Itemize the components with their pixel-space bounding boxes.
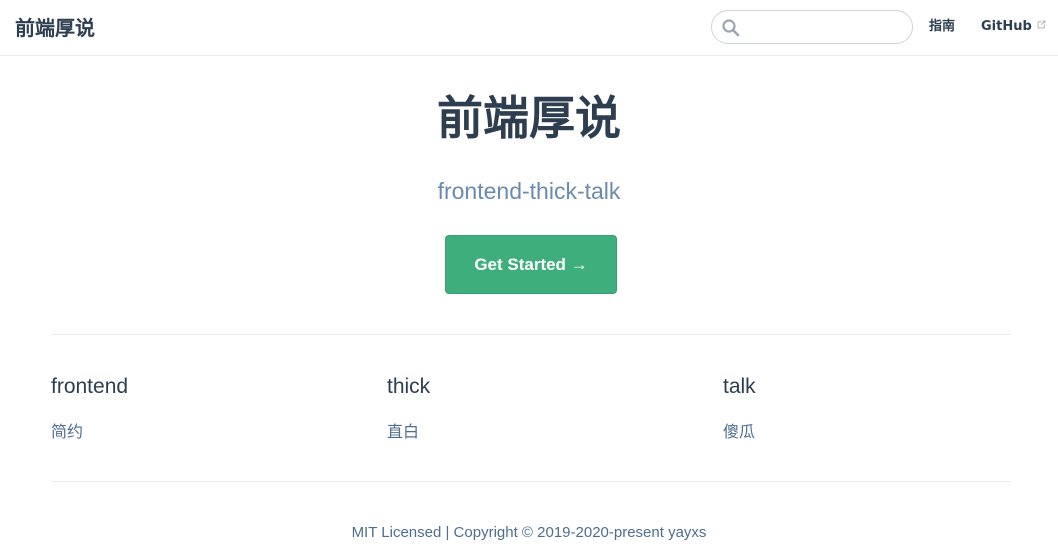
search-input[interactable]	[748, 15, 906, 39]
get-started-button[interactable]: Get Started →	[445, 235, 617, 294]
external-link-icon	[1037, 20, 1046, 29]
footer-license: MIT Licensed | Copyright © 2019-2020-pre…	[351, 524, 707, 541]
feature-thick: thick 直白	[387, 372, 687, 444]
feature-title: frontend	[51, 375, 129, 398]
feature-talk: talk 傻瓜	[723, 372, 1023, 444]
search-icon	[722, 19, 740, 37]
feature-details: 直白	[387, 422, 420, 441]
features-divider-top	[51, 334, 1011, 335]
navbar: 前端厚说 指南 GitHub	[0, 0, 1058, 56]
footer-divider	[51, 481, 1011, 482]
nav-link-guide[interactable]: 指南	[929, 18, 955, 36]
nav-link-github[interactable]: GitHub	[981, 18, 1047, 36]
hero-title: 前端厚说	[437, 91, 621, 145]
feature-details: 简约	[51, 422, 84, 441]
feature-title: talk	[723, 375, 756, 398]
hero-description: frontend-thick-talk	[437, 178, 621, 204]
feature-frontend: frontend 简约	[51, 372, 351, 444]
search-box[interactable]	[711, 10, 913, 44]
feature-details: 傻瓜	[723, 422, 756, 441]
feature-title: thick	[387, 375, 431, 398]
site-name-link[interactable]: 前端厚说	[15, 14, 95, 42]
nav-link-github-label: GitHub	[981, 19, 1032, 34]
